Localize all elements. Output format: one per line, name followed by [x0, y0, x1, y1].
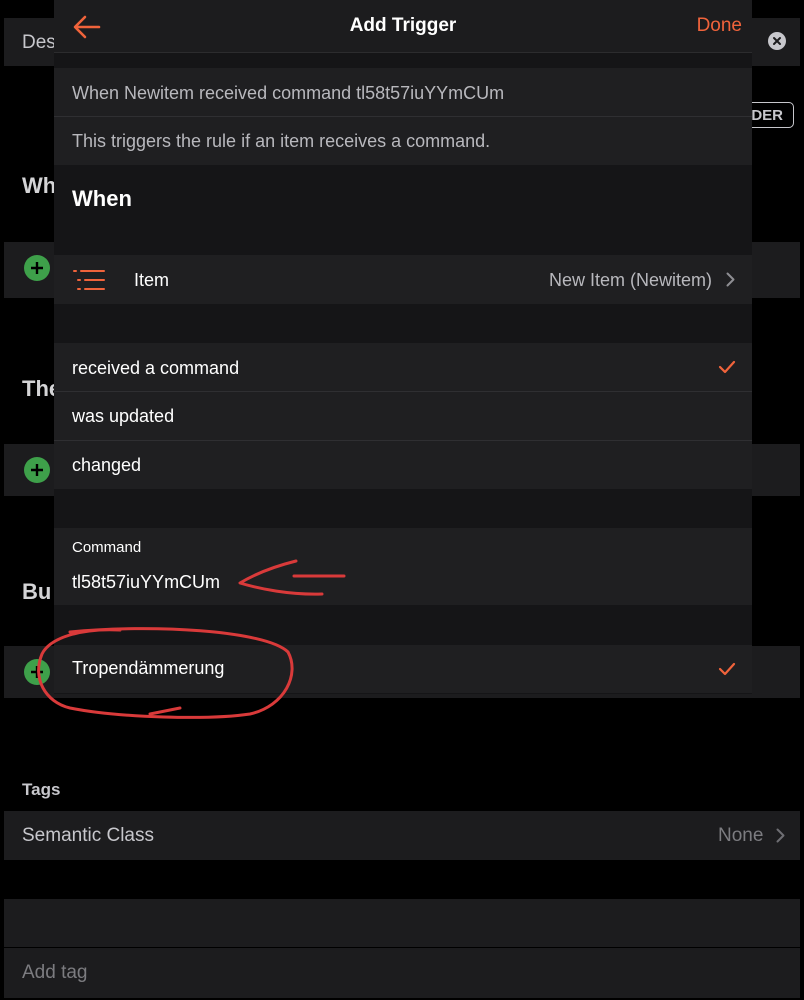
description-label: Des: [22, 32, 56, 53]
add-then-icon[interactable]: [24, 457, 50, 483]
item-row[interactable]: Item New Item (Newitem): [54, 255, 752, 304]
semantic-class-label: Semantic Class: [22, 825, 154, 846]
chevron-right-icon: [776, 828, 785, 843]
item-label: Item: [134, 270, 170, 290]
when-heading: Wh: [22, 173, 57, 198]
chevron-right-icon: [726, 272, 735, 287]
annotation-circle: [37, 627, 294, 719]
event-option-changed[interactable]: changed: [54, 441, 752, 489]
order-button-label: DER: [751, 107, 783, 124]
add-tag-input[interactable]: Add tag: [22, 962, 88, 984]
clear-icon[interactable]: [768, 32, 786, 50]
list-icon: [73, 270, 105, 290]
event-option-label: was updated: [72, 406, 175, 426]
section-title: When: [72, 186, 132, 211]
page-title: Add Trigger: [349, 15, 457, 36]
trigger-summary: When Newitem received command tl58t57iuY…: [72, 83, 505, 103]
nav-bar: Add Trigger Done: [54, 0, 752, 53]
item-value: New Item (Newitem): [548, 270, 712, 290]
event-option-received-command[interactable]: received a command: [54, 343, 752, 391]
semantic-class-value: None: [718, 825, 764, 846]
done-button[interactable]: Done: [697, 15, 742, 37]
event-option-was-updated[interactable]: was updated: [54, 392, 752, 440]
event-option-label: changed: [72, 455, 142, 475]
but-heading: Bu: [22, 579, 52, 604]
add-when-icon[interactable]: [24, 255, 50, 281]
checkmark-icon: [718, 360, 736, 374]
tags-heading: Tags: [22, 780, 61, 799]
command-label: Command: [72, 539, 142, 556]
trigger-description: This triggers the rule if an item receiv…: [72, 131, 491, 151]
semantic-class-row[interactable]: Semantic Class None: [4, 811, 800, 860]
annotation-arrow: [238, 559, 346, 596]
add-trigger-modal: Add Trigger Done When Newitem received c…: [54, 0, 752, 694]
add-tag-row[interactable]: Add tag: [4, 948, 800, 998]
event-options-list: received a command was updated changed: [54, 343, 752, 489]
command-field[interactable]: Command tl58t57iuYYmCUm: [54, 528, 752, 605]
checkmark-icon: [718, 662, 736, 676]
tags-area: [4, 899, 800, 947]
event-option-label: received a command: [72, 358, 240, 378]
command-input[interactable]: tl58t57iuYYmCUm: [72, 572, 220, 593]
trigger-summary-card: When Newitem received command tl58t57iuY…: [54, 68, 752, 165]
